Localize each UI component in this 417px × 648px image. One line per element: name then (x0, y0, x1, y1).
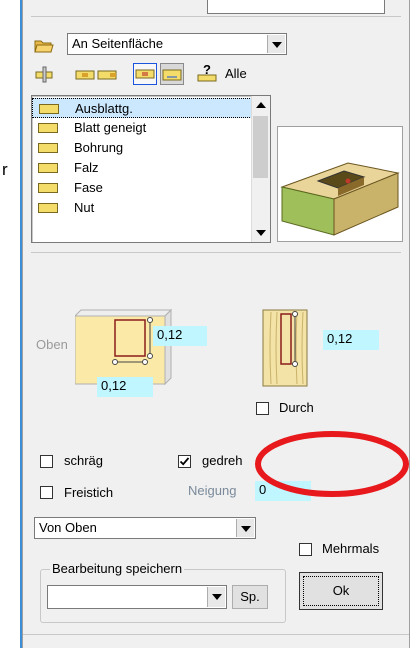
direction-combo[interactable]: Von Oben (34, 517, 256, 539)
durch-label[interactable]: Durch (279, 400, 314, 415)
falz-icon (38, 163, 58, 173)
save-group-title: Bearbeitung speichern (50, 561, 185, 576)
alle-label[interactable]: Alle (225, 66, 247, 81)
save-combo[interactable] (47, 585, 227, 609)
list-item-label: Nut (74, 200, 95, 215)
machining-panel: An Seitenfläche ? Alle Ausblattg. Blatt … (22, 0, 410, 648)
scroll-up-icon[interactable] (256, 102, 266, 108)
list-item-blatt-geneigt[interactable]: Blatt geneigt (32, 118, 270, 138)
blatt-geneigt-icon (38, 123, 58, 133)
list-scrollbar[interactable] (251, 96, 270, 242)
mehrmals-label[interactable]: Mehrmals (322, 541, 379, 556)
schraeg-label[interactable]: schräg (64, 453, 103, 468)
schraeg-checkbox[interactable] (40, 455, 53, 468)
sp-button-label: Sp. (240, 589, 260, 604)
position-combo-value: An Seitenfläche (72, 36, 164, 51)
list-item-bohrung[interactable]: Bohrung (32, 138, 270, 158)
nut-icon (38, 203, 58, 213)
ok-button[interactable]: Ok (299, 572, 383, 610)
list-item-label: Falz (74, 160, 99, 175)
chevron-down-icon[interactable] (207, 587, 225, 607)
bottom-separator (23, 634, 409, 635)
sp-button[interactable]: Sp. (232, 585, 268, 609)
help-glyph: ? (203, 62, 211, 77)
top-separator (31, 16, 401, 17)
side-value[interactable]: 0,12 (323, 330, 379, 350)
scroll-thumb[interactable] (253, 116, 268, 178)
ok-button-label: Ok (332, 583, 350, 598)
list-item-label: Fase (74, 180, 103, 195)
end-joint-icon[interactable] (34, 65, 54, 83)
list-item-label: Bohrung (74, 140, 124, 155)
chevron-down-icon[interactable] (267, 35, 285, 53)
durch-checkbox[interactable] (256, 402, 269, 415)
position-combo[interactable]: An Seitenfläche (67, 33, 287, 55)
mehrmals-checkbox[interactable] (299, 543, 312, 556)
side-view-icon[interactable] (160, 63, 184, 85)
freistich-checkbox[interactable] (40, 486, 53, 499)
neigung-label: Neigung (188, 483, 237, 498)
list-item-label: Ausblattg. (75, 101, 133, 116)
checkmark-icon (179, 457, 190, 466)
list-item-ausblattung[interactable]: Ausblattg. (32, 98, 252, 118)
section-separator (31, 252, 401, 253)
left-edge-text: r (2, 160, 8, 179)
direction-combo-value: Von Oben (39, 520, 97, 535)
list-item-nut[interactable]: Nut (32, 198, 270, 218)
list-item-falz[interactable]: Falz (32, 158, 270, 178)
ausblattung-icon (39, 104, 59, 114)
fase-icon (38, 183, 58, 193)
help-icon[interactable]: ? (197, 62, 217, 83)
top-partial-field[interactable] (207, 0, 385, 14)
face-notch-icon[interactable] (133, 63, 157, 85)
end-notch-icon[interactable] (97, 65, 117, 83)
scroll-down-icon[interactable] (256, 230, 266, 236)
top-width-value[interactable]: 0,12 (153, 326, 207, 346)
top-view-diagram (73, 308, 185, 388)
machining-list[interactable]: Ausblattg. Blatt geneigt Bohrung Falz Fa… (31, 95, 271, 243)
list-item-fase[interactable]: Fase (32, 178, 270, 198)
gedreht-checkbox[interactable] (178, 455, 191, 468)
top-depth-value[interactable]: 0,12 (97, 377, 153, 397)
preview-image (277, 126, 403, 242)
side-view-diagram (261, 308, 309, 388)
oben-label: Oben (36, 337, 68, 352)
chevron-down-icon[interactable] (236, 519, 254, 537)
folder-icon[interactable] (34, 38, 54, 53)
list-item-label: Blatt geneigt (74, 120, 147, 135)
middle-joint-icon[interactable] (75, 65, 95, 83)
bohrung-icon (38, 143, 58, 153)
highlight-ellipse (255, 431, 409, 497)
gedreht-label[interactable]: gedreh (202, 453, 242, 468)
freistich-label[interactable]: Freistich (64, 485, 113, 500)
